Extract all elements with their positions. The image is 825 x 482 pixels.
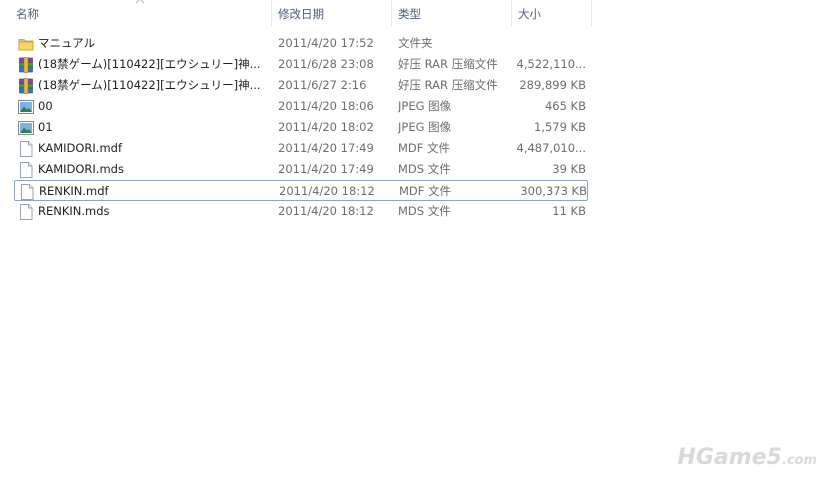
file-date-modified: 2011/4/20 17:52: [278, 36, 374, 50]
file-date-modified: 2011/4/20 17:49: [278, 162, 374, 176]
file-type: 文件夹: [398, 36, 433, 50]
file-row[interactable]: 01 2011/4/20 18:02 JPEG 图像 1,579 KB: [14, 117, 588, 138]
file-type: JPEG 图像: [398, 120, 452, 134]
file-date-modified: 2011/4/20 18:02: [278, 120, 374, 134]
file-size: 11 KB: [552, 204, 586, 218]
file-type: MDF 文件: [398, 141, 451, 155]
file-row[interactable]: RENKIN.mds 2011/4/20 18:12 MDS 文件 11 KB: [14, 201, 588, 222]
file-name: マニュアル: [38, 36, 96, 50]
file-row[interactable]: マニュアル 2011/4/20 17:52 文件夹: [14, 33, 588, 54]
file-size: 300,373 KB: [520, 184, 587, 198]
file-size: 39 KB: [552, 162, 586, 176]
file-size: 289,899 KB: [519, 78, 586, 92]
image-file-icon: [18, 117, 34, 138]
file-size: 4,522,110...: [516, 57, 587, 71]
file-name: RENKIN.mdf: [39, 184, 109, 198]
file-size: [514, 33, 586, 54]
file-row[interactable]: KAMIDORI.mds 2011/4/20 17:49 MDS 文件 39 KB: [14, 159, 588, 180]
file-name: (18禁ゲーム)[110422][エウシュリー]神...: [38, 57, 261, 71]
file-date-modified: 2011/4/20 18:12: [278, 204, 374, 218]
file-date-modified: 2011/4/20 18:06: [278, 99, 374, 113]
file-type: JPEG 图像: [398, 99, 452, 113]
file-type: 好压 RAR 压缩文件: [398, 78, 498, 92]
watermark-logo: HGame5.com: [677, 445, 817, 470]
blank-file-icon: [19, 181, 35, 202]
file-date-modified: 2011/4/20 17:49: [278, 141, 374, 155]
file-name: KAMIDORI.mdf: [38, 141, 123, 155]
file-row[interactable]: RENKIN.mdf 2011/4/20 18:12 MDF 文件 300,373 K…: [14, 180, 588, 201]
column-header-bar: 名称 修改日期 类型 大小: [0, 0, 825, 26]
file-type: MDS 文件: [398, 162, 451, 176]
file-name: 00: [38, 99, 53, 113]
file-name: KAMIDORI.mds: [38, 162, 124, 176]
column-header-size[interactable]: 大小: [512, 0, 592, 26]
file-size: 4,487,010...: [516, 141, 587, 155]
column-header-type[interactable]: 类型: [392, 0, 512, 26]
blank-file-icon: [18, 159, 34, 180]
folder-icon: [18, 33, 34, 54]
file-date-modified: 2011/4/20 18:12: [279, 184, 375, 198]
file-date-modified: 2011/6/27 2:16: [278, 78, 367, 92]
sort-ascending-icon: [136, 0, 144, 4]
file-row[interactable]: KAMIDORI.mdf 2011/4/20 17:49 MDF 文件 4,487,0…: [14, 138, 588, 159]
file-type: MDS 文件: [398, 204, 451, 218]
file-type: MDF 文件: [399, 184, 452, 198]
file-name: (18禁ゲーム)[110422][エウシュリー]神...: [38, 78, 261, 92]
file-name: RENKIN.mds: [38, 204, 110, 218]
file-size: 465 KB: [544, 99, 586, 113]
file-size: 1,579 KB: [533, 120, 586, 134]
file-name: 01: [38, 120, 53, 134]
column-header-date-modified[interactable]: 修改日期: [272, 0, 392, 26]
file-type: 好压 RAR 压缩文件: [398, 57, 498, 71]
blank-file-icon: [18, 138, 34, 159]
file-row[interactable]: (18禁ゲーム)[110422][エウシュリー]神... 2011/6/27 2:…: [14, 75, 588, 96]
file-row[interactable]: (18禁ゲーム)[110422][エウシュリー]神... 2011/6/28 23…: [14, 54, 588, 75]
blank-file-icon: [18, 201, 34, 222]
file-date-modified: 2011/6/28 23:08: [278, 57, 374, 71]
rar-archive-icon: [18, 75, 34, 96]
file-row[interactable]: 00 2011/4/20 18:06 JPEG 图像 465 KB: [14, 96, 588, 117]
image-file-icon: [18, 96, 34, 117]
rar-archive-icon: [18, 54, 34, 75]
